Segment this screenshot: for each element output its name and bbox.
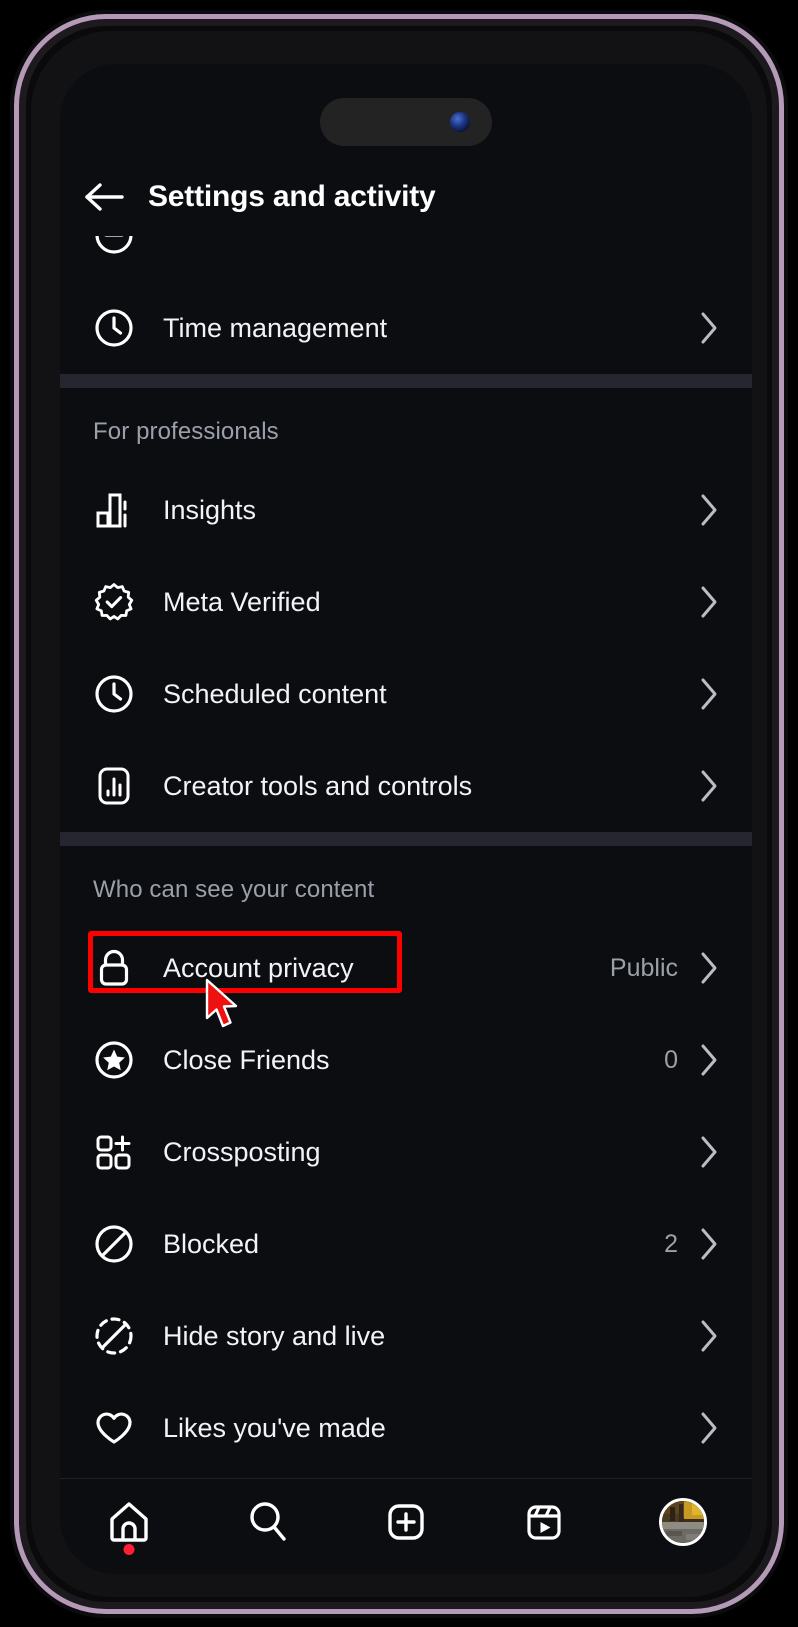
settings-row-label: Close Friends — [163, 1044, 330, 1075]
settings-row-meta-verified[interactable]: Meta Verified — [60, 556, 752, 648]
settings-row-likes-youve-made[interactable]: Likes you've made — [60, 1382, 752, 1474]
back-button[interactable] — [60, 181, 148, 213]
bottom-navigation-bar — [60, 1478, 752, 1574]
clock-icon — [93, 673, 145, 715]
chevron-right-icon — [698, 585, 720, 619]
settings-row-label: Meta Verified — [163, 586, 321, 617]
nav-item-search[interactable] — [198, 1493, 336, 1551]
settings-row-scheduled-content[interactable]: Scheduled content — [60, 648, 752, 740]
chevron-right-icon — [698, 1411, 720, 1445]
nav-item-home[interactable] — [60, 1493, 198, 1555]
settings-row-label: Account privacy — [163, 952, 354, 983]
search-icon — [249, 1502, 286, 1541]
block-circle-slash-icon — [93, 1223, 145, 1265]
nav-item-reels[interactable] — [475, 1493, 613, 1551]
settings-row-insights[interactable]: Insights — [60, 464, 752, 556]
bar-chart-icon — [93, 489, 145, 531]
front-camera-icon — [450, 112, 470, 132]
settings-list[interactable]: Time management For professionals Insigh… — [60, 236, 752, 1478]
nav-item-profile[interactable] — [614, 1493, 752, 1551]
settings-row-label: Hide story and live — [163, 1320, 386, 1351]
close-friends-count: 0 — [664, 1045, 678, 1074]
dynamic-island — [320, 98, 492, 146]
creator-tools-icon — [93, 765, 145, 807]
crossposting-grid-plus-icon — [93, 1131, 145, 1173]
clock-icon — [93, 307, 145, 349]
phone-frame: Settings and activity Time management Fo… — [14, 14, 784, 1614]
settings-row-crossposting[interactable]: Crossposting — [60, 1106, 752, 1198]
section-header-who-can-see: Who can see your content — [93, 876, 375, 903]
phone-bezel: Settings and activity Time management Fo… — [31, 31, 767, 1597]
settings-row-blocked[interactable]: Blocked 2 — [60, 1198, 752, 1290]
home-icon — [110, 1502, 148, 1542]
blocked-count: 2 — [664, 1229, 678, 1258]
chevron-right-icon — [698, 1227, 720, 1261]
settings-row-label: Creator tools and controls — [163, 770, 473, 801]
partial-scrolled-row — [60, 236, 752, 282]
chevron-right-icon — [698, 1043, 720, 1077]
star-circle-icon — [93, 1039, 145, 1081]
settings-row-close-friends[interactable]: Close Friends 0 — [60, 1014, 752, 1106]
settings-row-time-management[interactable]: Time management — [60, 282, 752, 374]
chevron-right-icon — [698, 493, 720, 527]
chevron-right-icon — [698, 1135, 720, 1169]
lock-icon — [93, 947, 145, 989]
heart-icon — [93, 1407, 145, 1449]
verified-badge-icon — [93, 581, 145, 623]
page-title: Settings and activity — [148, 180, 436, 213]
app-header: Settings and activity — [60, 158, 752, 236]
plus-square-icon — [388, 1504, 424, 1540]
settings-row-label: Time management — [163, 312, 388, 343]
settings-row-label: Scheduled content — [163, 678, 387, 709]
chevron-right-icon — [698, 1319, 720, 1353]
settings-row-label: Insights — [163, 494, 257, 525]
settings-row-account-privacy[interactable]: Account privacy Public — [60, 922, 752, 1028]
settings-row-label: Likes you've made — [163, 1412, 386, 1443]
section-divider — [60, 374, 752, 388]
hide-story-icon — [93, 1315, 145, 1357]
section-divider — [60, 832, 752, 846]
partial-scrolled-icon — [93, 236, 135, 261]
account-privacy-value: Public — [609, 953, 678, 982]
settings-row-label: Crossposting — [163, 1136, 321, 1167]
nav-item-create[interactable] — [337, 1493, 475, 1551]
reels-icon — [527, 1505, 562, 1540]
settings-row-label: Blocked — [163, 1228, 260, 1259]
chevron-right-icon — [698, 311, 720, 345]
chevron-right-icon — [698, 677, 720, 711]
arrow-left-icon — [85, 183, 124, 211]
settings-row-hide-story-and-live[interactable]: Hide story and live — [60, 1290, 752, 1382]
chevron-right-icon — [698, 951, 720, 985]
section-header-for-professionals: For professionals — [93, 418, 279, 445]
avatar — [658, 1498, 707, 1546]
home-notification-badge — [123, 1544, 135, 1555]
chevron-right-icon — [698, 769, 720, 803]
settings-row-creator-tools[interactable]: Creator tools and controls — [60, 740, 752, 832]
phone-screen: Settings and activity Time management Fo… — [60, 64, 752, 1574]
